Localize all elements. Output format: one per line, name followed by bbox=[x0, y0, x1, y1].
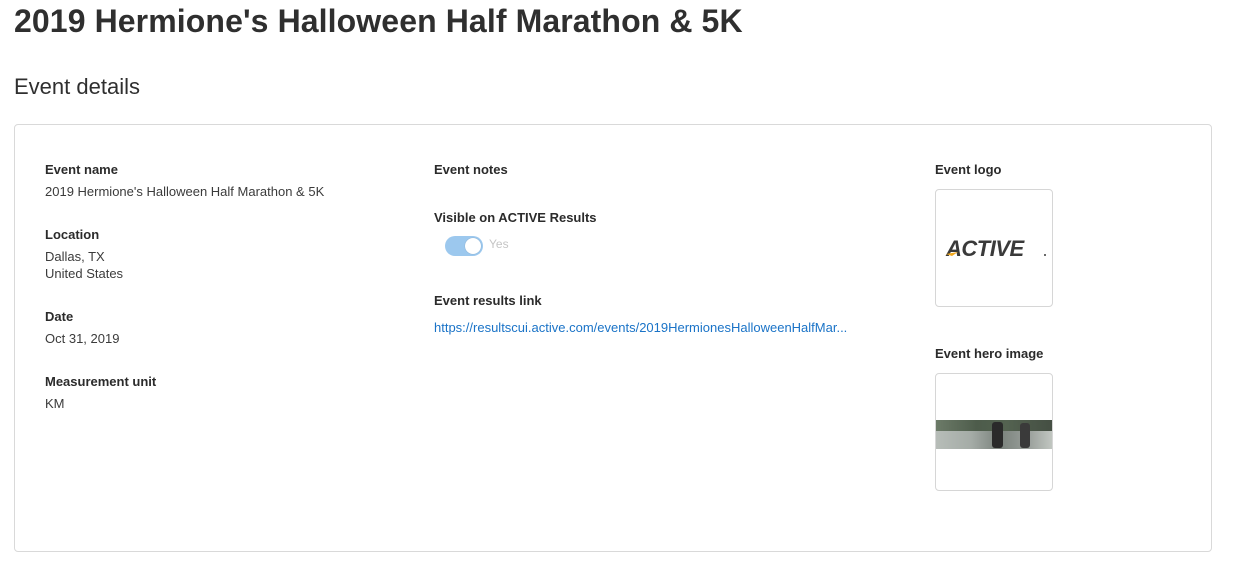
active-logo-text: ACTIVE bbox=[945, 236, 1026, 261]
page-title: 2019 Hermione's Halloween Half Marathon … bbox=[14, 3, 743, 39]
location-label: Location bbox=[45, 227, 100, 242]
location-country: United States bbox=[45, 266, 124, 281]
logo-dot bbox=[1044, 254, 1046, 256]
active-logo: ACTIVE bbox=[944, 234, 1046, 264]
event-logo-label: Event logo bbox=[935, 162, 1002, 177]
date-label: Date bbox=[45, 309, 74, 324]
hero-runner-figure bbox=[992, 422, 1003, 448]
visibility-toggle-label: Yes bbox=[489, 237, 509, 251]
event-hero-box[interactable] bbox=[935, 373, 1053, 491]
event-details-card: Event name 2019 Hermione's Halloween Hal… bbox=[14, 124, 1212, 552]
event-hero-label: Event hero image bbox=[935, 346, 1044, 361]
visibility-toggle[interactable] bbox=[445, 236, 483, 256]
measurement-unit-value: KM bbox=[45, 396, 65, 411]
hero-runner-figure bbox=[1020, 423, 1030, 448]
results-link-label: Event results link bbox=[434, 293, 542, 308]
toggle-knob bbox=[465, 238, 481, 254]
measurement-unit-label: Measurement unit bbox=[45, 374, 157, 389]
event-name-value: 2019 Hermione's Halloween Half Marathon … bbox=[45, 184, 325, 199]
location-city: Dallas, TX bbox=[45, 249, 105, 264]
visibility-label: Visible on ACTIVE Results bbox=[434, 210, 597, 225]
results-link[interactable]: https://resultscui.active.com/events/201… bbox=[434, 320, 847, 335]
section-title: Event details bbox=[14, 74, 140, 99]
event-logo-box[interactable]: ACTIVE bbox=[935, 189, 1053, 307]
active-logo-graphic: ACTIVE bbox=[945, 236, 1046, 261]
event-name-label: Event name bbox=[45, 162, 118, 177]
event-notes-label: Event notes bbox=[434, 162, 508, 177]
date-value: Oct 31, 2019 bbox=[45, 331, 120, 346]
